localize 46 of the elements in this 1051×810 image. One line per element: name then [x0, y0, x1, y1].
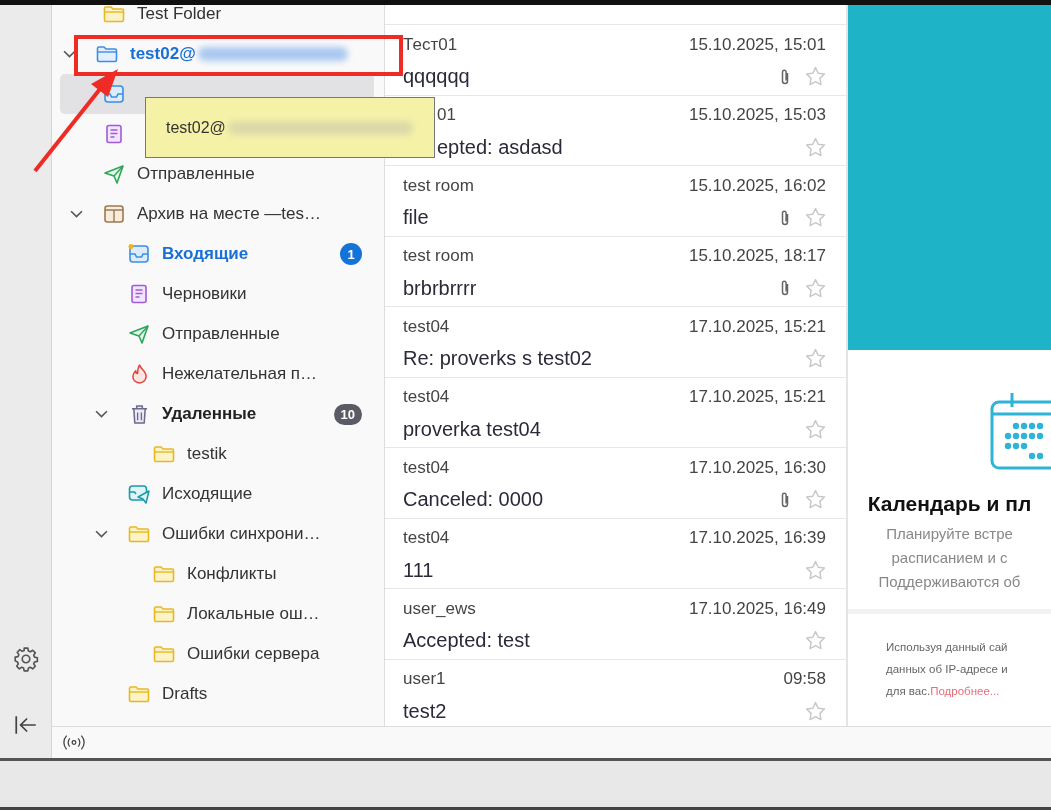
sender-name: test04: [403, 316, 450, 337]
cookie-text: для вас.: [886, 685, 931, 697]
folder-name: test02@: [130, 44, 196, 64]
message-date: 17.10.2025, 16:39: [688, 528, 826, 548]
promo-heading: Календарь и пл: [867, 492, 1032, 516]
sender-name: test room: [403, 246, 474, 266]
cookie-text: Используя данный сай: [886, 641, 1008, 653]
folder-name: Test Folder: [137, 5, 222, 24]
folder-name: Нежелательная п…: [162, 364, 318, 384]
cookie-text: данных об IP-адресе и: [886, 663, 1008, 675]
count-badge: 10: [333, 403, 362, 425]
count-badge: 1: [340, 243, 362, 265]
folder-name: Ошибки сервера: [187, 644, 320, 664]
folder-name: Входящие: [162, 244, 249, 264]
sender-name: 01: [437, 105, 456, 125]
folder-name: Ошибки синхрони…: [162, 524, 321, 544]
folder-name: testik: [187, 444, 227, 464]
message-date: 15.10.2025, 18:17: [688, 246, 826, 266]
message-date: 15.10.2025, 16:02: [688, 175, 826, 196]
folder-name: Локальные ош…: [187, 604, 320, 624]
promo-text: расписанием и с: [891, 548, 1008, 568]
folder-name: Архив на месте —tes…: [137, 204, 321, 224]
message-date: 15.10.2025, 15:03: [688, 105, 826, 125]
folder-name: Черновики: [162, 284, 247, 304]
folder-name: Удаленные: [162, 404, 257, 424]
sender-name: Тест01: [403, 34, 458, 55]
sender-name: user1: [403, 669, 446, 689]
sender-name: test04: [403, 457, 450, 478]
sender-name: test room: [403, 175, 474, 196]
sender-name: test04: [403, 528, 450, 548]
folder-name: Отправленные: [162, 324, 280, 344]
folder-name: Отправленные: [137, 164, 255, 184]
folder-name: Конфликты: [187, 564, 277, 584]
message-date: 17.10.2025, 15:21: [688, 316, 826, 337]
message-date: 17.10.2025, 15:21: [688, 387, 826, 407]
message-date: 09:58: [783, 669, 826, 689]
message-date: 17.10.2025, 16:49: [688, 598, 826, 619]
promo-text: Поддерживаются об: [878, 572, 1021, 592]
sender-name: test04: [403, 387, 450, 407]
message-date: 17.10.2025, 16:30: [688, 457, 826, 478]
message-date: 15.10.2025, 15:01: [688, 34, 826, 55]
sender-name: user_ews: [403, 598, 476, 619]
folder-name: Исходящие: [162, 484, 253, 504]
folder-name: Drafts: [162, 684, 208, 704]
promo-text: Планируйте встре: [886, 524, 1013, 544]
tooltip-text: test02@: [166, 118, 226, 137]
